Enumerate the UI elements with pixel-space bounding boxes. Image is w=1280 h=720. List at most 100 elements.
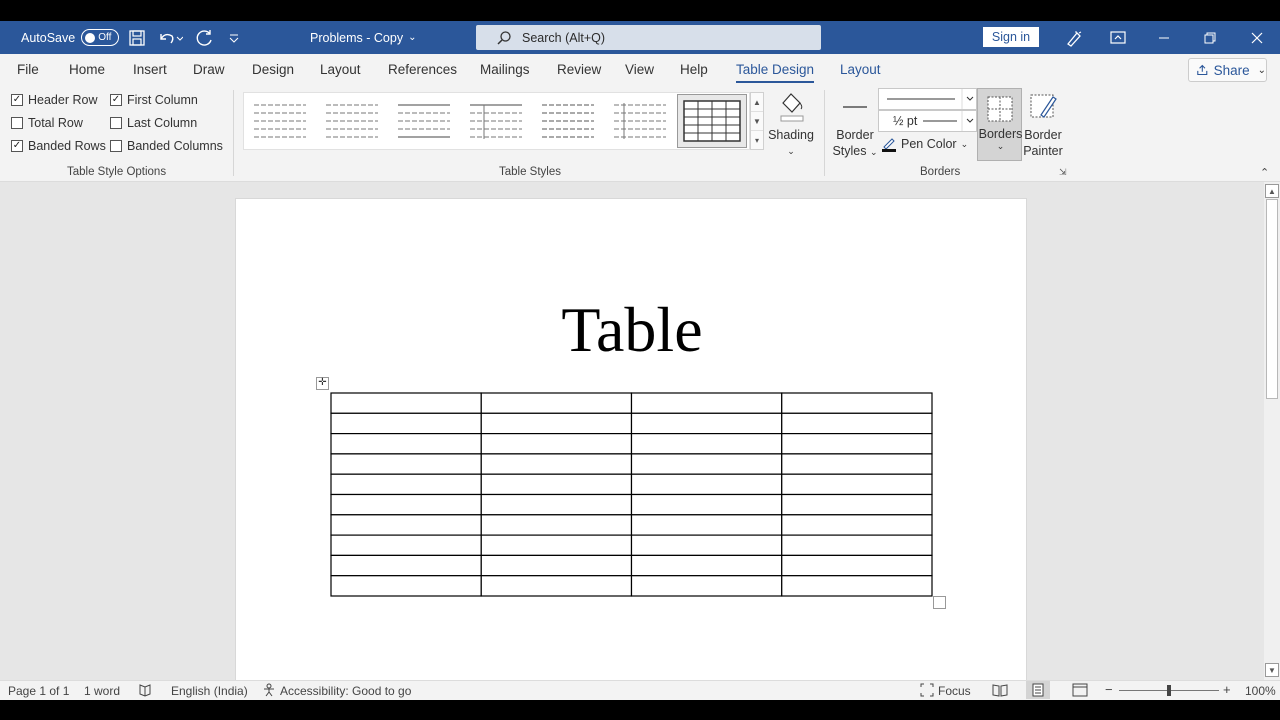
table-style-grid-light[interactable] <box>324 101 380 141</box>
table-cell[interactable] <box>480 575 633 597</box>
table-cell[interactable] <box>330 473 482 496</box>
table-style-plain-3[interactable] <box>540 101 596 141</box>
restore-icon[interactable] <box>1204 21 1216 54</box>
page-count[interactable]: Page 1 of 1 <box>8 684 69 698</box>
scroll-up-icon[interactable]: ▲ <box>1265 184 1279 198</box>
table-cell[interactable] <box>781 453 933 475</box>
table-cell[interactable] <box>781 493 933 516</box>
banded-rows-checkbox[interactable]: ✓ Banded Rows <box>11 139 106 153</box>
print-layout-icon[interactable] <box>1026 681 1050 699</box>
checkbox-checked[interactable]: ✓ <box>11 94 23 106</box>
table-cell[interactable] <box>630 432 783 455</box>
document-page[interactable]: Table ✛ <box>235 198 1027 688</box>
autosave[interactable]: AutoSave Off <box>21 21 120 54</box>
table-cell[interactable] <box>330 392 482 414</box>
table-cell[interactable] <box>480 493 633 516</box>
table-cell[interactable] <box>781 554 933 577</box>
zoom-slider-thumb[interactable] <box>1167 685 1171 696</box>
share-button[interactable]: Share ⌄ <box>1188 58 1267 82</box>
table-cell[interactable] <box>630 473 783 496</box>
pen-color-button[interactable]: Pen Color ⌄ <box>881 136 968 152</box>
line-style-dropdown[interactable] <box>878 88 977 111</box>
minimize-icon[interactable] <box>1158 21 1170 54</box>
focus-mode[interactable]: Focus <box>938 684 971 698</box>
gallery-scroll[interactable]: ▲ ▼ ▾ <box>750 92 764 150</box>
customize-toolbar-icon[interactable] <box>229 21 239 54</box>
close-icon[interactable] <box>1251 21 1263 54</box>
zoom-in-icon[interactable]: + <box>1223 682 1231 697</box>
table-cell[interactable] <box>330 412 482 435</box>
table-cell[interactable] <box>330 534 482 557</box>
table-cell[interactable] <box>330 432 482 455</box>
table-move-handle-icon[interactable]: ✛ <box>316 377 329 390</box>
web-layout-icon[interactable] <box>1072 683 1088 700</box>
tab-mailings[interactable]: Mailings <box>480 62 530 77</box>
tab-insert[interactable]: Insert <box>133 62 167 77</box>
word-count[interactable]: 1 word <box>84 684 120 698</box>
table-cell[interactable] <box>630 392 783 414</box>
shading-button[interactable]: Shading ⌄ <box>768 89 814 159</box>
table-cell[interactable] <box>480 453 633 475</box>
scroll-down-icon[interactable]: ▼ <box>1265 663 1279 677</box>
table-cell[interactable] <box>630 554 783 577</box>
search-box[interactable]: Search (Alt+Q) <box>476 25 821 50</box>
table-cell[interactable] <box>330 493 482 516</box>
table-cell[interactable] <box>480 534 633 557</box>
sign-in-button[interactable]: Sign in <box>983 27 1039 47</box>
table-style-plain-1[interactable] <box>396 101 452 141</box>
table-cell[interactable] <box>781 473 933 496</box>
document-title[interactable]: Problems - Copy ⌄ <box>310 21 416 54</box>
table-cell[interactable] <box>630 453 783 475</box>
table-resize-handle-icon[interactable] <box>933 596 946 609</box>
banded-columns-checkbox[interactable]: Banded Columns <box>110 139 223 153</box>
table-cell[interactable] <box>330 554 482 577</box>
save-icon[interactable] <box>128 21 146 54</box>
tab-help[interactable]: Help <box>680 62 708 77</box>
borders-dialog-launcher-icon[interactable]: ⇲ <box>1059 167 1067 178</box>
table-cell[interactable] <box>480 412 633 435</box>
table-style-plain-grid[interactable] <box>252 101 308 141</box>
proofing-icon[interactable] <box>138 683 152 700</box>
checkbox-unchecked[interactable] <box>110 140 122 152</box>
border-painter-button[interactable]: Border Painter <box>1022 89 1064 159</box>
table-cell[interactable] <box>781 575 933 597</box>
checkbox-unchecked[interactable] <box>110 117 122 129</box>
accessibility-status[interactable]: Accessibility: Good to go <box>280 684 411 698</box>
tab-view[interactable]: View <box>625 62 654 77</box>
zoom-out-icon[interactable]: − <box>1105 682 1113 697</box>
table-cell[interactable] <box>630 493 783 516</box>
borders-button[interactable]: Borders ⌄ <box>977 88 1022 161</box>
table-cell[interactable] <box>781 412 933 435</box>
designer-pen-icon[interactable] <box>1064 21 1084 54</box>
table-cell[interactable] <box>781 514 933 536</box>
table-cell[interactable] <box>330 575 482 597</box>
document-table[interactable] <box>330 392 933 597</box>
last-column-checkbox[interactable]: Last Column <box>110 116 197 130</box>
read-mode-icon[interactable] <box>992 683 1008 700</box>
checkbox-checked[interactable]: ✓ <box>110 94 122 106</box>
tab-layout[interactable]: Layout <box>320 62 361 77</box>
table-cell[interactable] <box>630 514 783 536</box>
undo-icon[interactable] <box>157 21 183 54</box>
checkbox-checked[interactable]: ✓ <box>11 140 23 152</box>
table-cell[interactable] <box>480 554 633 577</box>
ribbon-display-icon[interactable] <box>1110 21 1126 54</box>
table-cell[interactable] <box>330 453 482 475</box>
vertical-scrollbar[interactable]: ▲ ▼ <box>1264 182 1280 680</box>
total-row-checkbox[interactable]: Total Row <box>11 116 83 130</box>
table-cell[interactable] <box>480 392 633 414</box>
table-cell[interactable] <box>480 432 633 455</box>
document-title-heading[interactable]: Table <box>236 293 1028 367</box>
tab-design[interactable]: Design <box>252 62 294 77</box>
zoom-slider[interactable] <box>1119 685 1219 696</box>
table-style-table-grid-selected[interactable] <box>677 94 747 148</box>
table-cell[interactable] <box>781 534 933 557</box>
zoom-level[interactable]: 100% <box>1245 684 1276 698</box>
first-column-checkbox[interactable]: ✓ First Column <box>110 93 198 107</box>
autosave-toggle[interactable]: Off <box>81 29 120 46</box>
tab-table-layout[interactable]: Layout <box>840 62 881 77</box>
header-row-checkbox[interactable]: ✓ Header Row <box>11 93 97 107</box>
table-cell[interactable] <box>480 514 633 536</box>
tab-review[interactable]: Review <box>557 62 601 77</box>
table-cell[interactable] <box>480 473 633 496</box>
